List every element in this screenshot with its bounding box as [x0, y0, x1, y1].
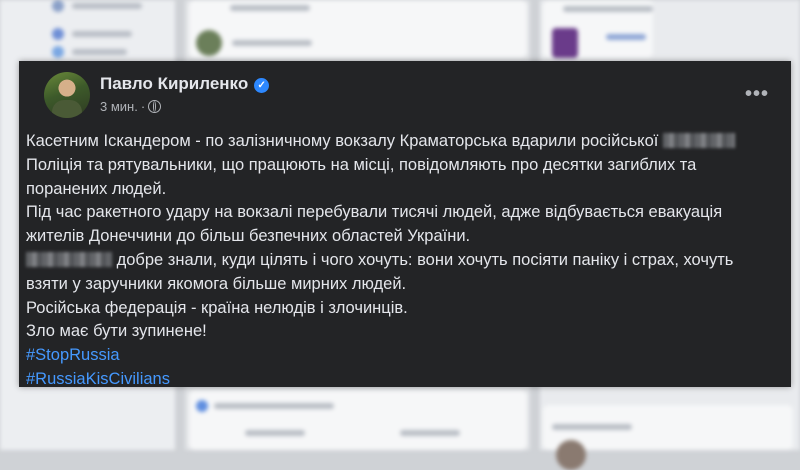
post-meta: 3 мин. · — [100, 99, 162, 114]
globe-icon[interactable] — [148, 100, 162, 113]
post-line: поранених людей. — [26, 179, 167, 198]
post-timestamp[interactable]: 3 мин. — [100, 99, 138, 114]
post-line: Під час ракетного удару на вокзалі переб… — [26, 203, 723, 222]
hashtag-link[interactable]: #RussiaKisCivilians — [26, 368, 786, 392]
post-text: Касетним Іскандером - по залізничному во… — [26, 130, 786, 392]
redacted-text — [26, 251, 112, 267]
verified-badge-icon: ✓ — [254, 78, 270, 93]
facebook-post-card: Павло Кириленко ✓ 3 мин. · ••• Касетним Іс… — [19, 61, 791, 388]
more-options-icon[interactable]: ••• — [745, 83, 769, 106]
post-line: Російська федерація - країна нелюдів і з… — [26, 298, 408, 317]
author-avatar[interactable] — [44, 72, 90, 118]
post-line: жителів Донеччини до більш безпечних обл… — [26, 227, 471, 246]
hashtag-link[interactable]: #StopRussia — [26, 344, 786, 368]
post-line: добре знали, куди цілять і чого хочуть: … — [26, 249, 786, 273]
post-line: Поліція та рятувальники, що працюють на … — [26, 155, 697, 174]
post-line: взяти у заручники якомога більше мирних … — [26, 274, 407, 293]
post-line: Зло має бути зупинене! — [26, 322, 207, 341]
author-name[interactable]: Павло Кириленко — [100, 74, 248, 93]
redacted-text — [662, 133, 735, 148]
post-line: Касетним Іскандером - по залізничному во… — [26, 130, 786, 154]
post-author-header: Павло Кириленко ✓ — [100, 74, 270, 94]
